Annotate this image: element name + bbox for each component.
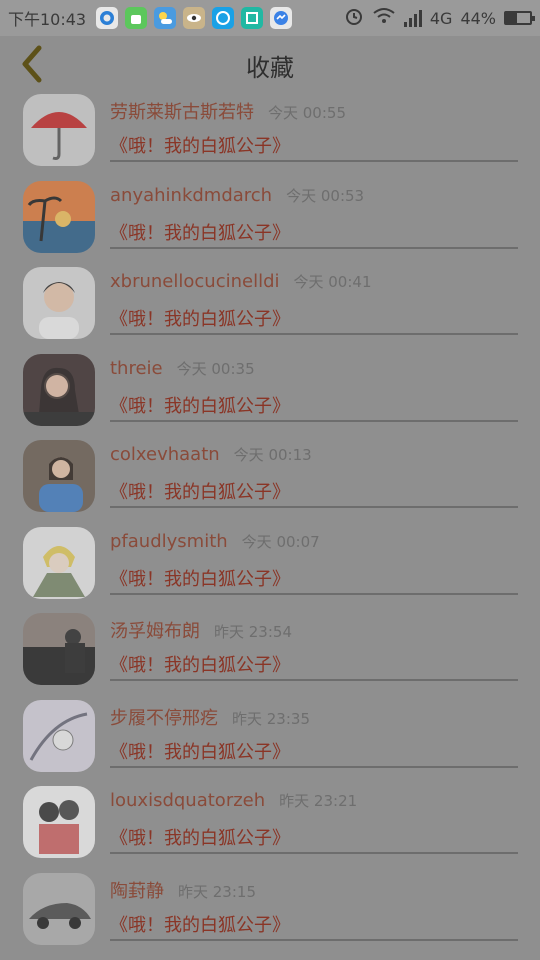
favorite-title[interactable]: 《哦！我的白狐公子》 [110,132,290,158]
favorite-title[interactable]: 《哦！我的白狐公子》 [110,738,290,764]
chat-app-icon [212,7,235,29]
favorite-title[interactable]: 《哦！我的白狐公子》 [110,478,290,504]
list-item[interactable]: anyahinkdmdarch 今天 00:53 《哦！我的白狐公子》 [0,180,540,268]
item-header: pfaudlysmith 今天 00:07 [110,531,320,559]
user-name[interactable]: 步履不停邢疙 [110,704,218,730]
user-name[interactable]: 劳斯莱斯古斯若特 [110,98,254,124]
favorite-title[interactable]: 《哦！我的白狐公子》 [110,824,290,850]
chevron-left-icon [22,45,42,83]
user-name[interactable]: louxisdquatorzeh [110,790,265,811]
weather-app-icon [154,7,177,29]
divider [110,333,518,335]
item-header: threie 今天 00:35 [110,358,255,386]
user-name[interactable]: colxevhaatn [110,444,220,465]
page-header: 收藏 [0,36,540,94]
page-title: 收藏 [246,53,294,82]
timestamp: 今天 00:07 [241,532,320,551]
item-header: colxevhaatn 今天 00:13 [110,444,312,472]
avatar[interactable] [23,440,95,512]
divider [110,419,518,422]
timestamp: 今天 00:35 [176,359,255,378]
user-name[interactable]: pfaudlysmith [110,531,228,552]
timestamp: 今天 00:41 [293,273,372,291]
network-type: 4G [429,8,453,28]
favorite-title[interactable]: 《哦！我的白狐公子》 [110,911,290,937]
list-item[interactable]: colxevhaatn 今天 00:13 《哦！我的白狐公子》 [0,440,540,527]
favorite-title[interactable]: 《哦！我的白狐公子》 [110,305,290,331]
item-header: louxisdquatorzeh 昨天 23:21 [110,790,357,818]
avatar[interactable] [23,699,95,772]
messenger-app-icon [270,7,293,29]
user-name[interactable]: 汤孚姆布朗 [110,617,200,643]
avatar[interactable] [23,613,95,685]
divider [110,938,518,941]
list-item[interactable]: xbrunellocucinelldi 今天 00:41 《哦！我的白狐公子》 [0,267,540,354]
browser-app-icon [96,7,119,29]
timestamp: 昨天 23:35 [232,709,310,728]
favorite-title[interactable]: 《哦！我的白狐公子》 [110,651,290,677]
wifi-icon [372,6,396,30]
favorite-title[interactable]: 《哦！我的白狐公子》 [110,219,290,245]
user-name[interactable]: anyahinkdmdarch [110,185,272,206]
avatar[interactable] [23,180,95,253]
avatar[interactable] [23,526,95,599]
list-item[interactable]: louxisdquatorzeh 昨天 23:21 《哦！我的白狐公子》 [0,786,540,873]
status-time: 下午10:43 [8,10,87,29]
back-button[interactable] [12,42,52,86]
user-name[interactable]: xbrunellocucinelldi [110,271,280,292]
list-item[interactable]: threie 今天 00:35 《哦！我的白狐公子》 [0,353,540,441]
list-item[interactable]: 陶葑静 昨天 23:15 《哦！我的白狐公子》 [0,872,540,960]
scan-app-icon [241,7,264,29]
list-item[interactable]: 汤孚姆布朗 昨天 23:54 《哦！我的白狐公子》 [0,613,540,700]
favorite-title[interactable]: 《哦！我的白狐公子》 [110,565,290,591]
timestamp: 昨天 23:21 [279,792,358,810]
divider [110,246,518,249]
eye-app-icon [183,7,206,29]
divider [110,679,518,681]
favorite-title[interactable]: 《哦！我的白狐公子》 [110,392,290,418]
android-app-icon [125,7,148,29]
timestamp: 今天 00:55 [268,104,346,122]
timestamp: 今天 00:53 [286,186,365,205]
avatar[interactable] [23,786,95,858]
battery-percent: 44% [460,8,496,28]
timestamp: 昨天 23:54 [214,623,292,641]
list-item[interactable]: 步履不停邢疙 昨天 23:35 《哦！我的白狐公子》 [0,699,540,787]
battery-icon [504,11,535,25]
item-header: anyahinkdmdarch 今天 00:53 [110,185,364,213]
divider [110,592,518,595]
divider [110,506,518,508]
item-header: 陶葑静 昨天 23:15 [110,877,256,905]
avatar[interactable] [23,94,95,166]
list-item[interactable]: pfaudlysmith 今天 00:07 《哦！我的白狐公子》 [0,526,540,614]
item-header: 步履不停邢疙 昨天 23:35 [110,704,310,732]
item-header: 劳斯莱斯古斯若特 今天 00:55 [110,98,346,126]
divider [110,765,518,768]
user-name[interactable]: threie [110,358,163,379]
avatar[interactable] [23,872,95,945]
item-header: xbrunellocucinelldi 今天 00:41 [110,271,372,299]
divider [110,160,518,162]
user-name[interactable]: 陶葑静 [110,877,164,903]
avatar[interactable] [23,267,95,339]
item-header: 汤孚姆布朗 昨天 23:54 [110,617,292,645]
divider [110,852,518,854]
alarm-icon [344,6,364,30]
status-bar: 下午10:43 4G 44% [0,0,540,36]
timestamp: 今天 00:13 [233,446,312,464]
timestamp: 昨天 23:15 [178,882,256,901]
avatar[interactable] [23,353,95,426]
list-item[interactable]: 劳斯莱斯古斯若特 今天 00:55 《哦！我的白狐公子》 [0,94,540,181]
signal-icon [403,9,422,27]
favorites-list: 劳斯莱斯古斯若特 今天 00:55 《哦！我的白狐公子》 anyahinkdmdarc… [0,94,540,959]
